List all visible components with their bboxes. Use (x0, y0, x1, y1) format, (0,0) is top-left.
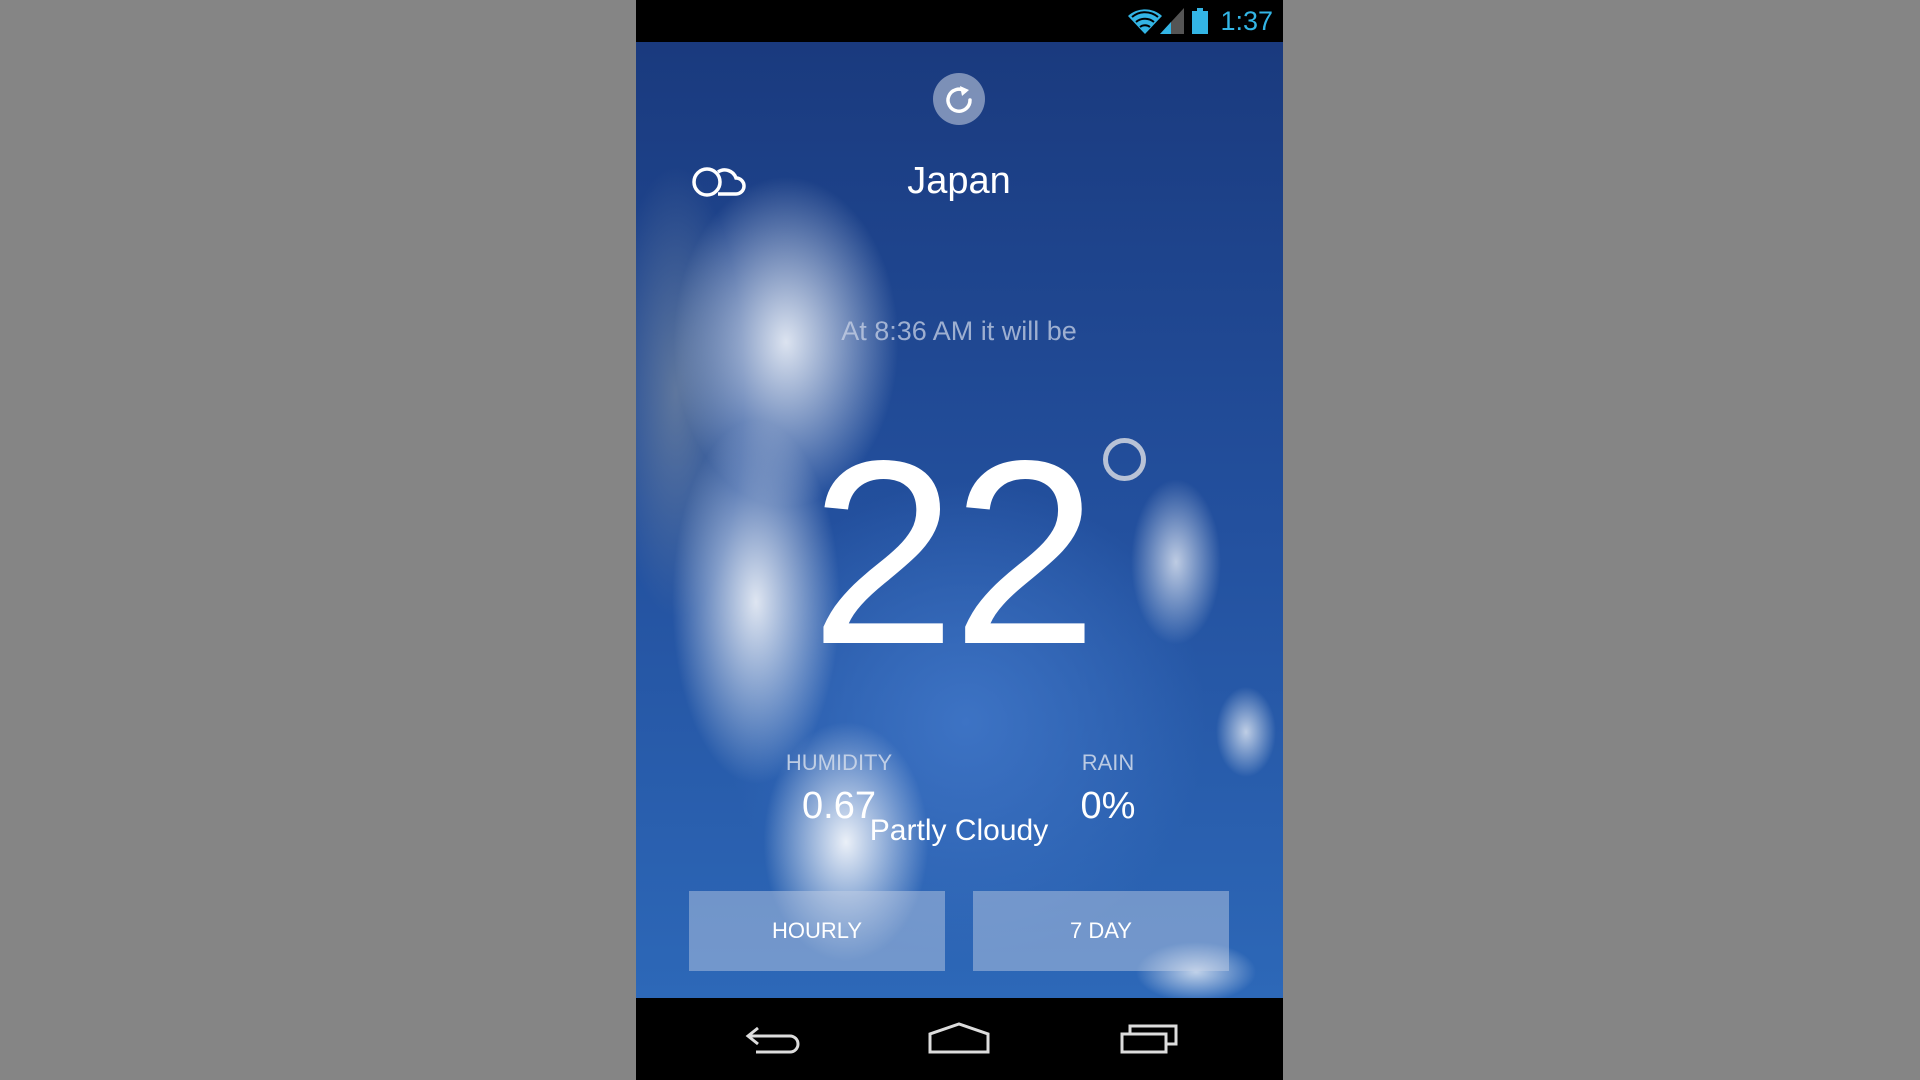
temperature-value: 22 (810, 406, 1097, 699)
status-bar: 1:37 (636, 0, 1283, 42)
rain-label: RAIN (1081, 750, 1135, 775)
refresh-icon (946, 86, 972, 113)
rain-value: 0% (1080, 785, 1136, 827)
status-time: 1:37 (1220, 6, 1273, 36)
refresh-button[interactable] (933, 73, 985, 125)
humidity-value: 0.67 (802, 785, 876, 827)
forecast-intro: At 8:36 AM it will be (841, 316, 1077, 346)
hourly-button[interactable]: HOURLY (689, 891, 945, 971)
back-icon[interactable] (744, 1020, 800, 1056)
wifi-icon (1128, 9, 1162, 34)
humidity-label: HUMIDITY (785, 750, 893, 775)
city-name: Japan (907, 160, 1011, 202)
weather-condition: Partly Cloudy (869, 814, 1049, 847)
weather-screen: Japan At 8:36 AM it will be 22 HUMIDITY … (636, 42, 1283, 998)
seven-day-button[interactable]: 7 DAY (973, 891, 1229, 971)
partly-cloudy-icon (692, 167, 746, 197)
signal-icon (1160, 8, 1184, 34)
battery-icon (1192, 8, 1208, 34)
recents-icon[interactable] (1120, 1020, 1180, 1056)
navigation-bar (636, 998, 1283, 1080)
home-icon[interactable] (928, 1020, 990, 1056)
phone-frame: 1:37 Japan At 8:36 AM it will be 22 HUMI… (636, 0, 1283, 1080)
degree-symbol (1103, 438, 1146, 481)
